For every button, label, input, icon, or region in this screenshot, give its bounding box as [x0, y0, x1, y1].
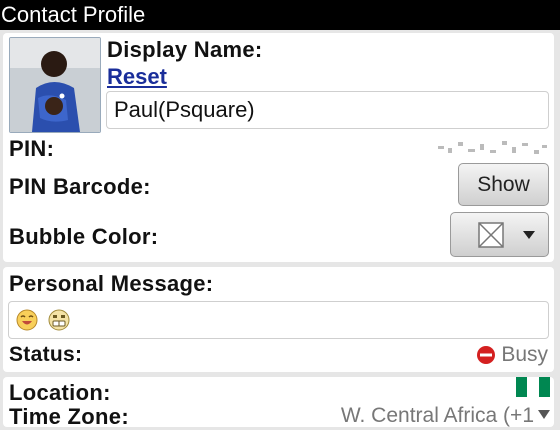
grinning-emoticon-icon: [48, 309, 70, 331]
pin-barcode-label: PIN Barcode:: [9, 174, 151, 199]
pin-value-obscured: [438, 141, 547, 154]
status-label: Status:: [9, 343, 83, 366]
bubble-color-dropdown[interactable]: [450, 212, 549, 257]
bubble-color-label: Bubble Color:: [9, 224, 159, 249]
personal-message-label: Personal Message:: [9, 271, 214, 296]
status-value[interactable]: Busy: [476, 343, 548, 367]
avatar-photo: [10, 38, 100, 132]
time-zone-value[interactable]: W. Central Africa (+1: [341, 404, 534, 428]
nigeria-flag-icon: [516, 377, 550, 397]
display-name-label: Display Name:: [107, 37, 263, 62]
display-name-input[interactable]: Paul(Psquare): [106, 91, 549, 129]
page-title: Contact Profile: [1, 2, 146, 27]
busy-status-icon: [477, 346, 496, 364]
time-zone-label: Time Zone:: [9, 404, 129, 429]
status-text: Busy: [501, 343, 548, 366]
avatar[interactable]: [9, 37, 101, 133]
profile-panel: Display Name: Reset Paul(Psquare) PIN: P…: [3, 33, 554, 262]
laughing-emoticon-icon: [16, 309, 38, 331]
reset-link[interactable]: Reset: [107, 64, 167, 90]
no-color-swatch-icon: [478, 222, 504, 248]
personal-panel: Personal Message: Status: Busy: [3, 267, 554, 372]
location-label: Location:: [9, 380, 111, 405]
personal-message-field[interactable]: [8, 301, 549, 339]
show-barcode-button[interactable]: Show: [458, 163, 549, 206]
title-bar: Contact Profile: [0, 0, 560, 30]
scroll-down-arrow-icon[interactable]: [538, 410, 550, 419]
pin-label: PIN:: [9, 136, 55, 161]
chevron-down-icon: [523, 231, 535, 239]
